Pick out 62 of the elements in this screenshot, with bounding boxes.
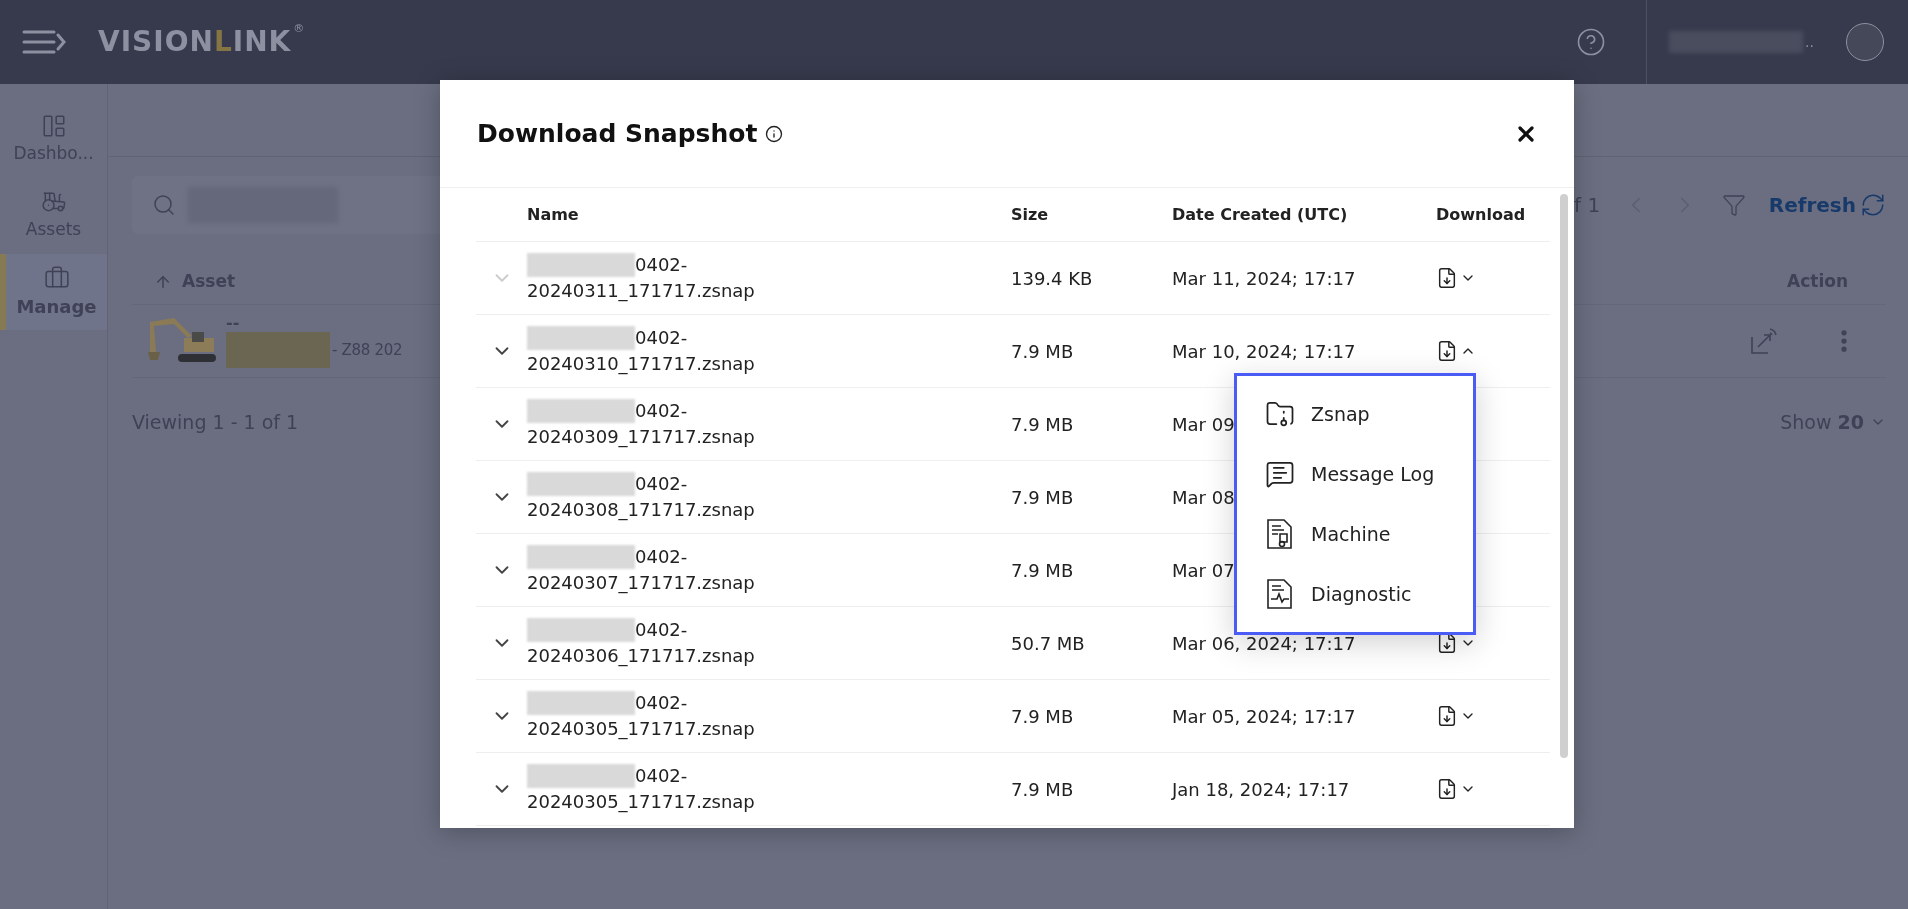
file-name-start: 0402- [635,691,688,715]
search-icon [152,193,176,217]
file-name: 20240305_171717.zsnap [527,790,756,815]
file-name-start: 0402- [635,472,688,496]
column-header: Size [1011,203,1050,226]
layout-icon [40,113,67,140]
created-date: Mar 09 [1172,413,1235,435]
menu-item[interactable]: Message Log [1237,444,1473,504]
created-date: Mar 10, 2024; 17:17 [1172,340,1356,362]
file-size: 139.4 KB [1011,266,1094,291]
file-size: 7.9 MB [1011,704,1075,729]
column-header: Download [1436,203,1527,226]
created-date: Mar 07 [1172,559,1235,581]
file-name-start: 0402- [635,253,688,277]
file-size: 7.9 MB [1011,777,1075,802]
menu-icon [22,29,66,55]
file-download-icon [1436,266,1458,290]
created-date: Mar 05, 2024; 17:17 [1172,705,1356,727]
file-name: 20240309_171717.zsnap [527,425,756,450]
file-name: 20240307_171717.zsnap [527,571,756,596]
chat-icon [1265,459,1295,489]
file-size: 7.9 MB [1011,412,1075,437]
logo: VISIONLINK® [98,21,306,60]
column-header: Name [527,203,580,226]
asset-line: -- [226,314,241,332]
refresh-button[interactable]: Refresh [1768,190,1886,220]
help-icon[interactable] [1576,27,1607,57]
menu-item[interactable]: Zsnap [1237,384,1473,444]
file-name-start: 0402- [635,618,688,642]
file-size: 7.9 MB [1011,485,1075,510]
zip-folder-icon [1265,399,1295,429]
file-name: 20240305_171717.zsnap [527,717,756,742]
avatar[interactable] [1846,23,1884,61]
refresh-icon [1860,192,1886,218]
file-size: 50.7 MB [1011,631,1086,656]
file-name-start: 0402- [635,545,688,569]
document-truck-icon [1265,518,1295,550]
file-name-start: 0402- [635,764,688,788]
file-size: 7.9 MB [1011,339,1075,364]
created-date: Mar 08 [1172,486,1235,508]
file-name: 20240308_171717.zsnap [527,498,756,523]
file-name-start: 0402- [635,399,688,423]
scrollbar[interactable] [1560,194,1568,758]
info-icon[interactable] [765,124,784,143]
menu-item[interactable]: Diagnostic [1237,564,1473,624]
file-size: 7.9 MB [1011,558,1075,583]
menu-button[interactable] [22,29,66,55]
created-date: Mar 06, 2024; 17:17 [1172,632,1356,654]
user-name: .. [1805,33,1814,52]
column-header: Date Created (UTC) [1172,203,1349,226]
document-pulse-icon [1265,578,1295,610]
created-date: Jan 18, 2024; 17:17 [1172,778,1350,800]
file-name: 20240310_171717.zsnap [527,352,756,377]
file-name: 20240306_171717.zsnap [527,644,756,669]
file-name-start: 0402- [635,326,688,350]
file-download-icon [1436,339,1458,363]
dialog-title: Download Snapshot [477,117,758,150]
file-download-icon [1436,704,1458,728]
menu-item[interactable]: Machine [1237,504,1473,564]
file-name: 20240311_171717.zsnap [527,279,756,304]
file-download-icon [1436,777,1458,801]
created-date: Mar 11, 2024; 17:17 [1172,267,1356,289]
